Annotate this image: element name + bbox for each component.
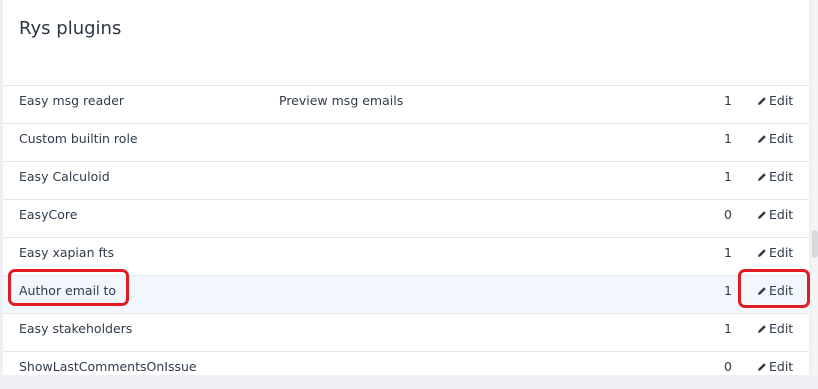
plugin-name: Easy xapian fts	[19, 245, 115, 260]
plugins-panel: Rys plugins Easy msg reader Preview msg …	[3, 0, 809, 375]
table-row: Easy Calculoid 1 Edit	[3, 161, 809, 199]
plugin-count: 0	[724, 359, 732, 374]
edit-label: Edit	[769, 321, 794, 336]
edit-label: Edit	[769, 245, 794, 260]
plugin-count: 1	[724, 169, 732, 184]
plugin-name: ShowLastCommentsOnIssue	[19, 359, 197, 374]
page-title: Rys plugins	[19, 18, 122, 39]
edit-button[interactable]: Edit	[757, 200, 793, 230]
pencil-icon	[758, 249, 766, 257]
scrollbar-thumb[interactable]	[812, 230, 818, 258]
edit-label: Edit	[769, 93, 794, 108]
edit-button[interactable]: Edit	[757, 276, 793, 306]
pencil-icon	[758, 287, 766, 295]
table-row: EasyCore 0 Edit	[3, 199, 809, 237]
plugin-count: 1	[724, 131, 732, 146]
table-row: Easy msg reader Preview msg emails 1 Edi…	[3, 85, 809, 123]
edit-button[interactable]: Edit	[757, 162, 793, 192]
pencil-icon	[758, 211, 766, 219]
scrollbar[interactable]	[812, 0, 818, 375]
edit-button[interactable]: Edit	[757, 314, 793, 344]
table-row-highlighted: Author email to 1 Edit	[3, 275, 809, 313]
pencil-icon	[758, 173, 766, 181]
edit-label: Edit	[769, 207, 794, 222]
table-row: Easy xapian fts 1 Edit	[3, 237, 809, 275]
edit-label: Edit	[769, 359, 794, 374]
plugin-description: Preview msg emails	[279, 93, 404, 108]
table-row: ShowLastCommentsOnIssue 0 Edit	[3, 351, 809, 389]
edit-button[interactable]: Edit	[757, 238, 793, 268]
edit-button[interactable]: Edit	[757, 86, 793, 116]
edit-label: Edit	[769, 131, 794, 146]
edit-label: Edit	[769, 283, 794, 298]
edit-button[interactable]: Edit	[757, 352, 793, 382]
edit-label: Edit	[769, 169, 794, 184]
plugin-name: EasyCore	[19, 207, 78, 222]
plugin-count: 1	[724, 283, 732, 298]
pencil-icon	[758, 363, 766, 371]
plugin-name: Easy Calculoid	[19, 169, 110, 184]
plugins-table: Easy msg reader Preview msg emails 1 Edi…	[3, 85, 809, 389]
plugin-count: 1	[724, 321, 732, 336]
pencil-icon	[758, 135, 766, 143]
table-row: Custom builtin role 1 Edit	[3, 123, 809, 161]
plugin-name: Easy stakeholders	[19, 321, 133, 336]
plugin-name: Author email to	[19, 283, 117, 298]
plugin-count: 1	[724, 245, 732, 260]
pencil-icon	[758, 325, 766, 333]
plugin-count: 1	[724, 93, 732, 108]
table-row: Easy stakeholders 1 Edit	[3, 313, 809, 351]
plugin-name: Easy msg reader	[19, 93, 125, 108]
plugin-name: Custom builtin role	[19, 131, 138, 146]
pencil-icon	[758, 97, 766, 105]
edit-button[interactable]: Edit	[757, 124, 793, 154]
plugin-count: 0	[724, 207, 732, 222]
